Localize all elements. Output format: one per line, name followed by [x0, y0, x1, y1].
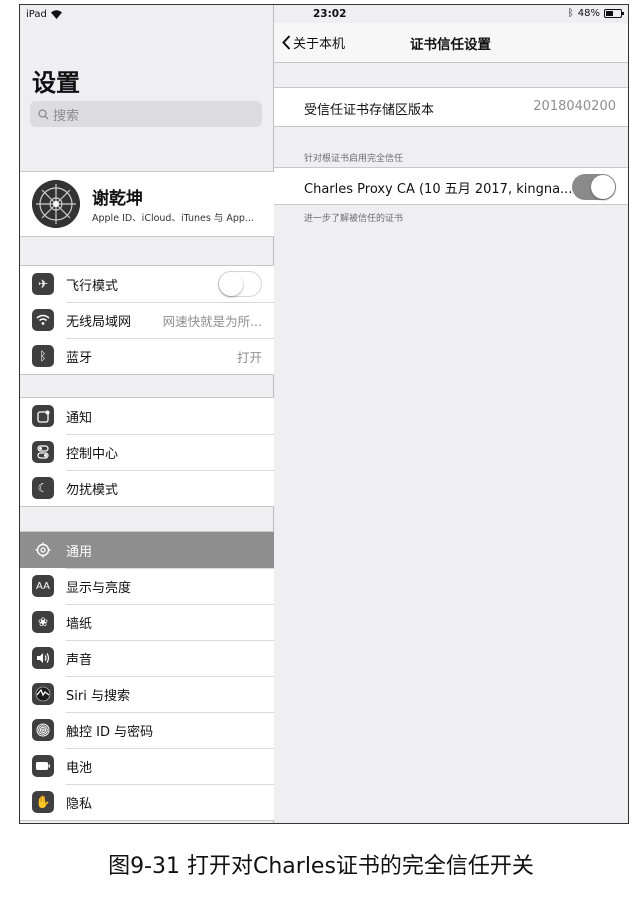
siri-icon: [32, 683, 54, 705]
sidebar-item-bluetooth[interactable]: ᛒ 蓝牙 打开: [20, 338, 274, 374]
trust-store-label: 受信任证书存储区版本: [304, 103, 435, 118]
search-icon: [38, 108, 49, 119]
clock: 23:02: [313, 8, 347, 20]
avatar: [32, 180, 80, 228]
profile-name: 谢乾坤: [92, 189, 143, 209]
fingerprint-icon: [32, 719, 54, 741]
figure-caption: 图9-31 打开对Charles证书的完全信任开关: [108, 854, 534, 879]
sidebar-title: 设置: [32, 69, 80, 97]
airplane-toggle[interactable]: [218, 271, 262, 297]
sidebar-item-label: 隐私: [66, 797, 93, 812]
battery-percent: 48%: [577, 8, 600, 19]
sidebar-item-label: 通用: [66, 544, 93, 560]
trust-store-value: 2018040200: [533, 99, 616, 114]
profile-cell[interactable]: 谢乾坤 Apple ID、iCloud、iTunes 与 App...: [20, 171, 274, 237]
sidebar-item-wallpaper[interactable]: ❀ 墙纸: [20, 604, 274, 640]
certificate-row: Charles Proxy CA (10 五月 2017, kingna...: [274, 167, 628, 205]
bluetooth-icon: ᛒ: [32, 345, 54, 367]
device-name: iPad: [26, 9, 47, 20]
trust-store-row: 受信任证书存储区版本 2018040200: [274, 87, 628, 127]
wifi-network-value: 网速快就是为所...: [162, 314, 262, 329]
display-aa-icon: AA: [32, 575, 54, 597]
settings-sidebar: 设置 搜索 谢乾坤 Apple ID、iCloud、iTunes 与 App..…: [20, 5, 274, 823]
sidebar-item-control-center[interactable]: 控制中心: [20, 434, 274, 470]
sidebar-item-label: 通知: [66, 410, 93, 426]
sidebar-item-label: 飞行模式: [66, 278, 119, 294]
connectivity-group: ✈ 飞行模式 无线局域网 网速快就是为所... ᛒ 蓝牙 打开: [20, 265, 274, 375]
sidebar-item-label: 控制中心: [66, 447, 119, 462]
sidebar-item-label: 蓝牙: [66, 351, 93, 366]
sidebar-item-label: 墙纸: [66, 617, 93, 632]
sidebar-item-label: 触控 ID 与密码: [66, 725, 154, 740]
sidebar-item-sounds[interactable]: 声音: [20, 640, 274, 676]
sidebar-item-wifi[interactable]: 无线局域网 网速快就是为所...: [20, 302, 274, 338]
general-group: 通用 AA 显示与亮度 ❀ 墙纸 声音 Siri 与搜索 触控 ID 与密码 电…: [20, 531, 274, 821]
page-title: 证书信任设置: [410, 37, 491, 53]
sidebar-item-airplane[interactable]: ✈ 飞行模式: [20, 266, 274, 302]
airplane-icon: ✈: [32, 273, 54, 295]
sidebar-item-do-not-disturb[interactable]: ☾ 勿扰模式: [20, 470, 274, 506]
control-center-icon: [32, 441, 54, 463]
sidebar-item-display[interactable]: AA 显示与亮度: [20, 568, 274, 604]
status-bar: iPad 23:02 ᛒ 48%: [20, 5, 628, 23]
wifi-icon: [32, 309, 54, 331]
nav-bar: 关于本机 证书信任设置: [274, 23, 628, 63]
notifications-group: 通知 控制中心 ☾ 勿扰模式: [20, 397, 274, 507]
certificate-label: Charles Proxy CA (10 五月 2017, kingna...: [304, 182, 573, 197]
bluetooth-value: 打开: [236, 350, 262, 365]
gear-icon: [32, 539, 54, 561]
section-header: 针对根证书启用完全信任: [304, 154, 404, 164]
sidebar-item-label: Siri 与搜索: [66, 689, 130, 704]
speaker-icon: [32, 647, 54, 669]
sidebar-item-notifications[interactable]: 通知: [20, 398, 274, 434]
hand-icon: ✋: [32, 791, 54, 813]
moon-icon: ☾: [32, 477, 54, 499]
wallpaper-icon: ❀: [32, 611, 54, 633]
battery-status-icon: [604, 9, 624, 18]
ipad-screen: 设置 搜索 谢乾坤 Apple ID、iCloud、iTunes 与 App..…: [19, 4, 629, 824]
sidebar-item-label: 勿扰模式: [66, 483, 119, 498]
notification-icon: [32, 405, 54, 427]
sidebar-item-label: 声音: [66, 653, 93, 668]
sidebar-item-privacy[interactable]: ✋ 隐私: [20, 784, 274, 820]
bluetooth-status-icon: ᛒ: [567, 8, 574, 19]
sidebar-item-label: 显示与亮度: [66, 581, 132, 596]
back-button[interactable]: 关于本机: [282, 33, 345, 52]
search-placeholder: 搜索: [53, 108, 80, 124]
sidebar-item-siri[interactable]: Siri 与搜索: [20, 676, 274, 712]
sidebar-item-label: 无线局域网: [66, 315, 132, 330]
detail-pane: 关于本机 证书信任设置 受信任证书存储区版本 2018040200 针对根证书启…: [274, 5, 628, 823]
chevron-left-icon: [282, 35, 291, 50]
back-label: 关于本机: [293, 37, 346, 52]
profile-subtitle: Apple ID、iCloud、iTunes 与 App...: [92, 213, 254, 224]
full-trust-toggle[interactable]: [572, 174, 616, 200]
sidebar-item-battery[interactable]: 电池: [20, 748, 274, 784]
sidebar-item-touch-id[interactable]: 触控 ID 与密码: [20, 712, 274, 748]
battery-icon: [32, 755, 54, 777]
search-input[interactable]: 搜索: [30, 101, 262, 127]
sidebar-item-label: 电池: [66, 761, 93, 776]
wifi-icon: [50, 10, 62, 19]
sidebar-item-general[interactable]: 通用: [20, 532, 274, 568]
learn-more-link[interactable]: 进一步了解被信任的证书: [304, 211, 403, 224]
